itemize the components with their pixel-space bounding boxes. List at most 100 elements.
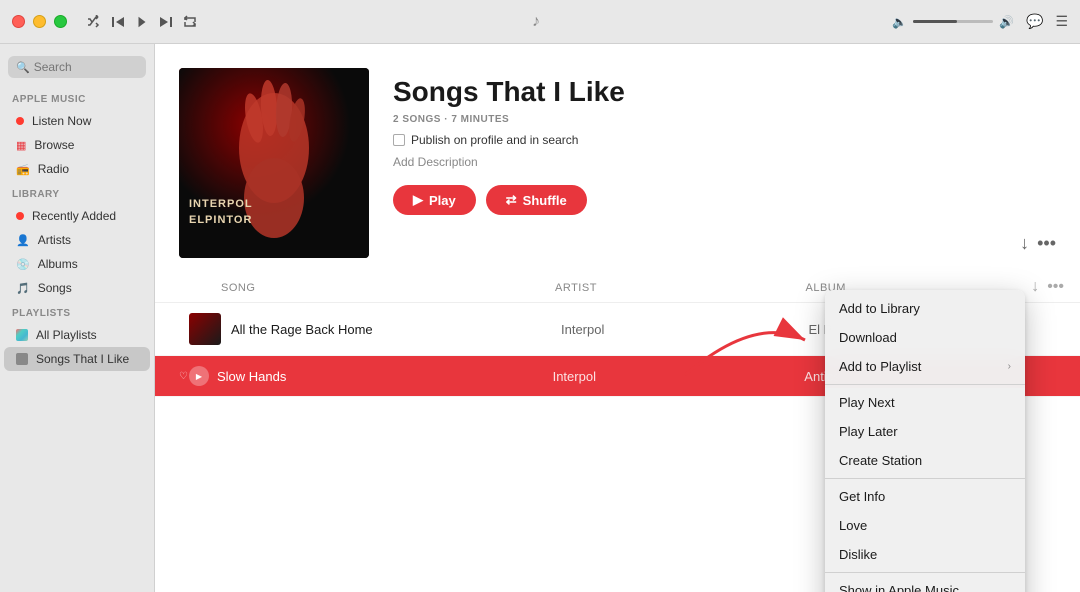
radio-icon: 📻 bbox=[16, 163, 30, 176]
add-description[interactable]: Add Description bbox=[393, 155, 996, 169]
shuffle-button[interactable]: ⇄ Shuffle bbox=[486, 185, 587, 215]
play-icon: ▶ bbox=[413, 192, 423, 208]
album-text: INTERPOLELPINTOR bbox=[189, 197, 253, 228]
row-indicator-2: ♡ bbox=[179, 371, 189, 382]
sidebar-item-all-playlists[interactable]: All Playlists bbox=[4, 323, 150, 347]
song-title-2: Slow Hands bbox=[217, 369, 553, 384]
sidebar-item-label: Listen Now bbox=[32, 114, 91, 128]
song-list-actions: ↓ ••• bbox=[1031, 278, 1064, 296]
ctx-label: Add to Library bbox=[839, 301, 920, 316]
ctx-show-apple-music[interactable]: Show in Apple Music bbox=[825, 576, 1025, 592]
sidebar-item-artists[interactable]: 👤 Artists bbox=[4, 228, 150, 252]
playlist-meta: 2 Songs · 7 Minutes bbox=[393, 114, 996, 125]
sidebar-item-radio[interactable]: 📻 Radio bbox=[4, 157, 150, 181]
song-title-1: All the Rage Back Home bbox=[231, 322, 561, 337]
sort-button[interactable]: ↓ bbox=[1031, 278, 1039, 296]
context-menu: Add to Library Download Add to Playlist … bbox=[825, 290, 1025, 592]
playlist-title: Songs That I Like bbox=[393, 76, 996, 108]
action-buttons: ▶ Play ⇄ Shuffle bbox=[393, 185, 996, 215]
ctx-label: Love bbox=[839, 518, 867, 533]
song-artist-2: Interpol bbox=[553, 369, 805, 384]
next-button[interactable] bbox=[159, 15, 173, 29]
ctx-label: Play Next bbox=[839, 395, 895, 410]
music-note-icon: ♪ bbox=[532, 13, 540, 31]
sidebar: 🔍 Apple Music Listen Now ▦ Browse 📻 Radi… bbox=[0, 44, 155, 592]
sidebar-item-listen-now[interactable]: Listen Now bbox=[4, 109, 150, 133]
ctx-create-station[interactable]: Create Station bbox=[825, 446, 1025, 475]
publish-row: Publish on profile and in search bbox=[393, 133, 996, 147]
ctx-label: Show in Apple Music bbox=[839, 583, 959, 592]
shuffle-label: Shuffle bbox=[523, 193, 567, 208]
ctx-label: Add to Playlist bbox=[839, 359, 921, 374]
volume-high-icon: 🔊 bbox=[999, 15, 1014, 29]
ctx-dislike[interactable]: Dislike bbox=[825, 540, 1025, 569]
playlist-actions: ↓ ••• bbox=[1020, 233, 1056, 258]
ctx-chevron-icon: › bbox=[1008, 361, 1011, 372]
maximize-button[interactable] bbox=[54, 15, 67, 28]
publish-checkbox[interactable] bbox=[393, 134, 405, 146]
playlist-info: Songs That I Like 2 Songs · 7 Minutes Pu… bbox=[393, 68, 996, 215]
song-thumb-1 bbox=[189, 313, 221, 345]
sidebar-item-label: All Playlists bbox=[36, 328, 97, 342]
more-options-button[interactable]: ••• bbox=[1037, 233, 1056, 254]
library-section-label: Library bbox=[0, 181, 154, 204]
ctx-separator-3 bbox=[825, 572, 1025, 573]
repeat-button[interactable] bbox=[183, 15, 197, 29]
shuffle-icon: ⇄ bbox=[506, 192, 517, 208]
play-indicator-2: ▶ bbox=[189, 366, 209, 386]
sidebar-item-browse[interactable]: ▦ Browse bbox=[4, 133, 150, 157]
publish-label: Publish on profile and in search bbox=[411, 133, 578, 147]
ctx-play-later[interactable]: Play Later bbox=[825, 417, 1025, 446]
previous-button[interactable] bbox=[111, 15, 125, 29]
column-artist: Artist bbox=[555, 282, 806, 294]
ctx-add-to-library[interactable]: Add to Library bbox=[825, 294, 1025, 323]
ctx-label: Play Later bbox=[839, 424, 898, 439]
sidebar-item-label: Recently Added bbox=[32, 209, 116, 223]
volume-low-icon: 🔈 bbox=[892, 15, 907, 29]
search-bar[interactable]: 🔍 bbox=[8, 56, 146, 78]
title-right: 🔈 🔊 💬 ☰ bbox=[892, 13, 1068, 30]
play-button[interactable]: ▶ Play bbox=[393, 185, 476, 215]
listen-now-dot bbox=[16, 117, 24, 125]
menu-button[interactable]: ☰ bbox=[1055, 13, 1068, 30]
sidebar-item-songs-that-i-like[interactable]: Songs That I Like bbox=[4, 347, 150, 371]
playlists-section-label: Playlists bbox=[0, 300, 154, 323]
sidebar-item-songs[interactable]: 🎵 Songs bbox=[4, 276, 150, 300]
ctx-love[interactable]: Love bbox=[825, 511, 1025, 540]
ctx-add-to-playlist[interactable]: Add to Playlist › bbox=[825, 352, 1025, 381]
sidebar-item-recently-added[interactable]: Recently Added bbox=[4, 204, 150, 228]
list-options-button[interactable]: ••• bbox=[1047, 278, 1064, 296]
title-bar: ♪ 🔈 🔊 💬 ☰ bbox=[0, 0, 1080, 44]
recently-added-dot bbox=[16, 212, 24, 220]
ctx-separator-1 bbox=[825, 384, 1025, 385]
browse-icon: ▦ bbox=[16, 139, 26, 152]
close-button[interactable] bbox=[12, 15, 25, 28]
ctx-download[interactable]: Download bbox=[825, 323, 1025, 352]
song-artist-1: Interpol bbox=[561, 322, 809, 337]
search-icon: 🔍 bbox=[16, 61, 30, 74]
sidebar-item-label: Songs bbox=[38, 281, 72, 295]
albums-icon: 💿 bbox=[16, 258, 30, 271]
sidebar-item-label: Artists bbox=[38, 233, 71, 247]
artists-icon: 👤 bbox=[16, 234, 30, 247]
ctx-play-next[interactable]: Play Next bbox=[825, 388, 1025, 417]
download-button[interactable]: ↓ bbox=[1020, 233, 1029, 254]
column-song: Song bbox=[221, 282, 555, 294]
ctx-label: Get Info bbox=[839, 489, 885, 504]
ctx-label: Create Station bbox=[839, 453, 922, 468]
title-center: ♪ bbox=[532, 13, 548, 31]
ctx-label: Download bbox=[839, 330, 897, 345]
search-input[interactable] bbox=[34, 60, 138, 74]
play-label: Play bbox=[429, 193, 456, 208]
window-controls bbox=[12, 15, 67, 28]
play-pause-button[interactable] bbox=[135, 15, 149, 29]
sidebar-item-albums[interactable]: 💿 Albums bbox=[4, 252, 150, 276]
volume-slider[interactable] bbox=[913, 20, 993, 23]
shuffle-button[interactable] bbox=[87, 15, 101, 29]
minimize-button[interactable] bbox=[33, 15, 46, 28]
sidebar-item-label: Albums bbox=[38, 257, 78, 271]
playlist-header: INTERPOLELPINTOR Songs That I Like 2 Son… bbox=[155, 44, 1080, 274]
lyrics-button[interactable]: 💬 bbox=[1026, 13, 1043, 30]
songs-icon: 🎵 bbox=[16, 282, 30, 295]
ctx-get-info[interactable]: Get Info bbox=[825, 482, 1025, 511]
